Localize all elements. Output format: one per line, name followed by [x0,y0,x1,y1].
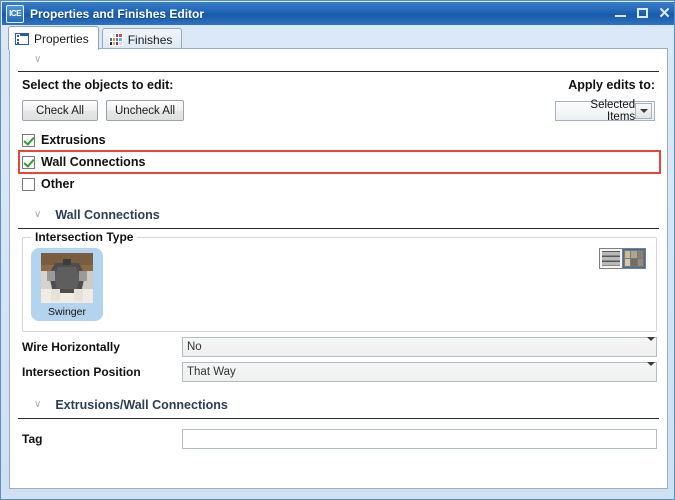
list-icon [15,32,29,45]
color-swatch [112,38,116,41]
extrusions-wall-connections-group-header[interactable]: ∨ Extrusions/Wall Connections [10,392,667,418]
thumbnail-view-button[interactable] [623,249,645,268]
title-bar: ICE Properties and Finishes Editor ✕ [2,2,674,25]
grid-cell [637,251,643,258]
window-controls: ✕ [614,2,671,25]
wire-horizontally-value: No [187,341,202,353]
intersection-type-item-swinger[interactable]: Swinger [31,248,103,321]
checkbox-label: Other [41,177,75,191]
grid-cell [631,259,637,266]
apply-edits-group: Apply edits to: Selected Items [555,78,655,123]
intersection-position-value: That Way [187,366,236,378]
checkbox-icon[interactable] [22,133,35,147]
object-checkbox-list: Extrusions Wall Connections Other [18,130,661,194]
maximize-icon[interactable] [636,7,649,20]
color-swatch [109,34,112,37]
intersection-type-item-label: Swinger [48,306,86,318]
chevron-down-icon[interactable] [647,341,655,353]
field-label: Intersection Position [22,365,141,379]
color-swatch [109,42,112,45]
swinger-thumbnail-image [41,253,93,303]
apply-edits-label: Apply edits to: [568,78,655,92]
wall-connections-group-title: Wall Connections [55,208,160,222]
field-row-wire-horizontally: Wire Horizontally No [22,337,657,357]
color-swatch-grid-icon [108,33,123,46]
field-row-tag: Tag [22,429,657,449]
chevron-down-icon[interactable]: ∨ [34,55,41,65]
app-icon: ICE [6,4,24,23]
color-swatch [119,42,122,45]
panel-collapse-row: ∨ [10,49,667,71]
checkbox-item-other[interactable]: Other [22,174,655,194]
field-row-intersection-position: Intersection Position That Way [22,362,657,382]
color-swatch [112,42,116,45]
extrusions-wall-connections-group-title: Extrusions/Wall Connections [55,398,228,412]
apply-edits-value: Selected Items [590,99,636,123]
grid-cell [625,259,631,266]
checkbox-item-extrusions[interactable]: Extrusions [22,130,655,150]
chevron-down-icon[interactable]: ∨ [34,210,41,220]
apply-edits-dropdown[interactable]: Selected Items [555,99,655,123]
tag-input[interactable] [182,429,657,449]
tab-properties-label: Properties [34,31,89,46]
checkbox-icon[interactable] [22,177,35,191]
field-label: Wire Horizontally [22,340,120,354]
grid-cell [631,251,637,258]
application-window: ICE Properties and Finishes Editor ✕ Pro… [0,0,675,500]
tab-strip: Properties Finishes [2,25,674,50]
color-swatch [116,34,119,37]
intersection-type-legend: Intersection Type [31,230,138,244]
chevron-down-icon[interactable] [647,366,655,378]
close-icon[interactable]: ✕ [658,6,671,21]
field-label: Tag [22,432,43,446]
list-view-button[interactable] [600,249,623,268]
tab-properties[interactable]: Properties [8,26,99,50]
grid-cell [625,251,631,258]
color-swatch [119,34,122,37]
check-all-button[interactable]: Check All [22,100,98,121]
view-toggle-group [599,248,646,269]
wire-horizontally-dropdown[interactable]: No [182,337,657,357]
select-objects-heading: Select the objects to edit: [22,78,174,92]
uncheck-all-button[interactable]: Uncheck All [106,100,185,121]
color-swatch [109,38,112,41]
chevron-down-icon[interactable] [635,103,652,119]
checkbox-icon[interactable] [22,155,35,169]
divider [18,418,659,419]
select-objects-section: Select the objects to edit: Check All Un… [10,72,667,202]
window-title: Properties and Finishes Editor [30,6,205,21]
grid-cell [637,259,643,266]
intersection-position-dropdown[interactable]: That Way [182,362,657,382]
checkbox-label: Extrusions [41,133,106,147]
minimize-icon[interactable] [614,7,627,20]
color-swatch [112,34,116,37]
checkbox-label: Wall Connections [41,155,146,169]
color-swatch [119,38,122,41]
chevron-down-icon[interactable]: ∨ [34,400,41,410]
properties-panel: ∨ Select the objects to edit: Check All … [9,48,668,489]
tab-finishes-label: Finishes [127,32,173,47]
color-swatch [116,38,119,41]
checkbox-item-wall-connections[interactable]: Wall Connections [18,150,661,174]
tab-finishes[interactable]: Finishes [101,28,183,50]
color-swatch [116,42,119,45]
divider [18,228,659,229]
wall-connections-group-header[interactable]: ∨ Wall Connections [10,202,667,228]
intersection-type-group: Intersection Type Swinger [22,230,657,332]
swinger-thumbnail [41,253,93,303]
